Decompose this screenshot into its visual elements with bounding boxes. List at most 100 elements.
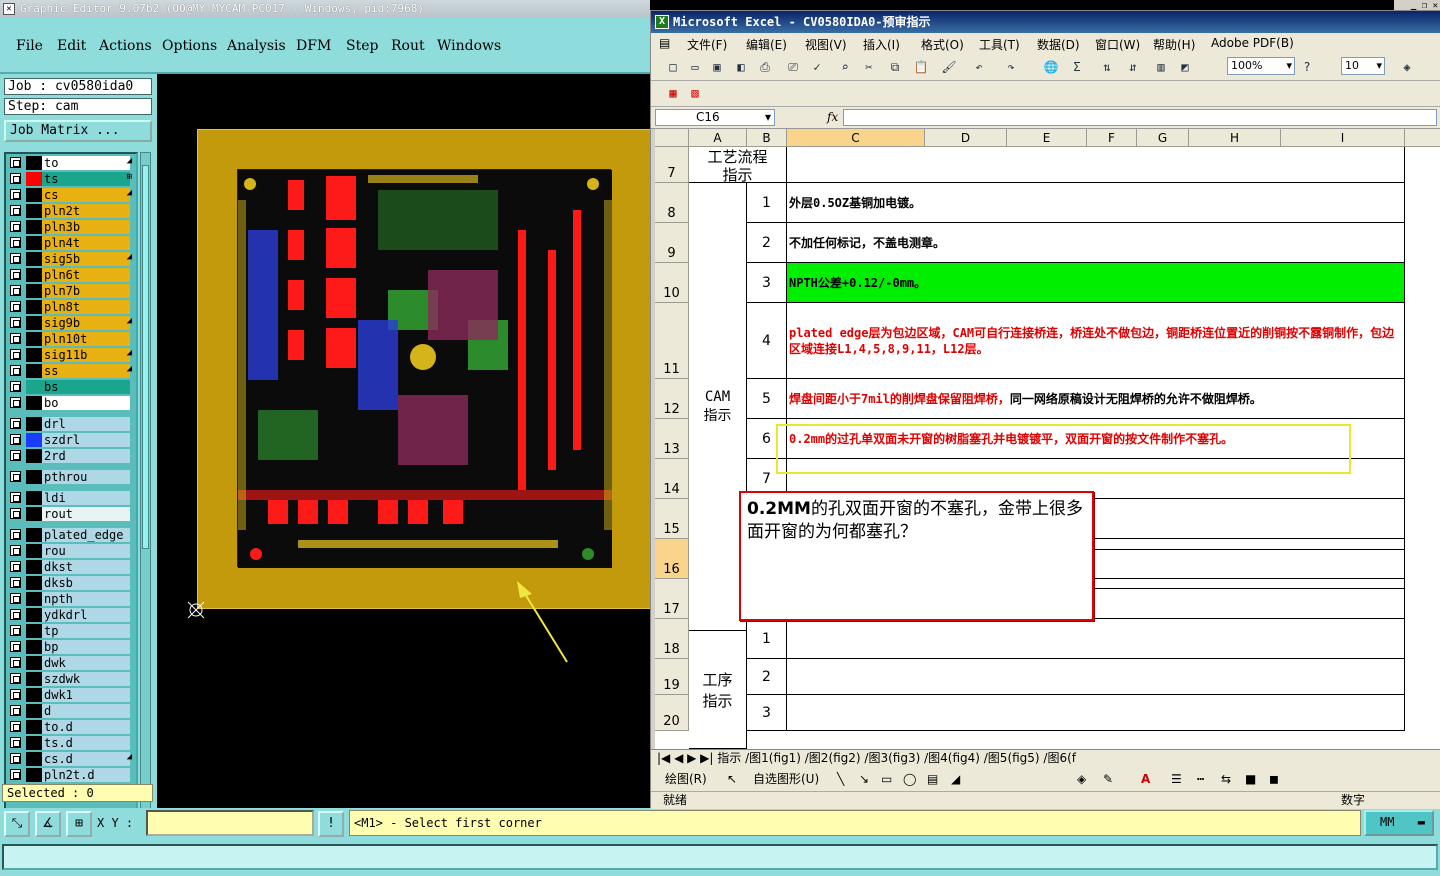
menu-windows[interactable]: Windows xyxy=(437,38,501,54)
spelling-icon[interactable]: ✓ xyxy=(809,59,825,75)
layer-name[interactable]: pln6t xyxy=(42,268,130,282)
layer-name[interactable]: pln4t xyxy=(42,236,130,250)
layer-checkbox[interactable] xyxy=(10,529,21,540)
row-header[interactable]: 12 xyxy=(655,379,689,419)
layer-color-swatch[interactable] xyxy=(26,491,42,505)
layer-row[interactable]: ts ⊞ xyxy=(8,172,134,186)
row-header[interactable]: 13 xyxy=(655,419,689,459)
layer-color-swatch[interactable] xyxy=(26,364,42,378)
layer-name[interactable]: cs xyxy=(42,188,130,202)
print-icon[interactable]: ⎙ xyxy=(757,59,773,75)
layer-row[interactable]: drl xyxy=(8,417,134,431)
select-all-corner[interactable] xyxy=(655,129,689,147)
open-icon[interactable]: ▭ xyxy=(687,59,703,75)
layer-color-swatch[interactable] xyxy=(26,348,42,362)
instruction-cell[interactable] xyxy=(787,619,1405,659)
layer-checkbox[interactable] xyxy=(10,492,21,503)
rectangle-icon[interactable]: ▭ xyxy=(881,769,892,789)
layer-checkbox[interactable] xyxy=(10,545,21,556)
layer-color-swatch[interactable] xyxy=(26,204,42,218)
menu-dfm[interactable]: DFM xyxy=(296,38,331,54)
layer-row[interactable]: pln7b xyxy=(8,284,134,298)
row-header[interactable]: 18 xyxy=(655,619,689,659)
menu-edit[interactable]: Edit xyxy=(57,38,86,54)
layer-color-swatch[interactable] xyxy=(26,507,42,521)
layer-color-swatch[interactable] xyxy=(26,156,42,170)
layer-checkbox[interactable] xyxy=(10,625,21,636)
layer-name[interactable]: d xyxy=(42,704,130,718)
layer-row[interactable]: bp xyxy=(8,640,134,654)
layer-row[interactable]: pln10t xyxy=(8,332,134,346)
layer-name[interactable]: ts xyxy=(42,172,130,186)
dash-style-icon[interactable]: ┅ xyxy=(1197,769,1204,789)
zoom-select[interactable]: 100% ▾ xyxy=(1227,57,1295,75)
pdf-icon[interactable]: ◧ xyxy=(733,59,749,75)
layer-row[interactable]: pln3b xyxy=(8,220,134,234)
layer-checkbox[interactable] xyxy=(10,253,21,264)
layer-row[interactable]: szdwk xyxy=(8,672,134,686)
sheet-tabs[interactable]: |◀ ◀ ▶ ▶| 指示 /图1(fig1) /图2(fig2) /图3(fig… xyxy=(651,749,1440,767)
cut-icon[interactable]: ✂ xyxy=(861,59,877,75)
format-painter-icon[interactable]: 🖌 xyxy=(941,59,957,75)
excel-menu-file[interactable]: 文件(F) xyxy=(687,36,727,53)
layer-checkbox[interactable] xyxy=(10,285,21,296)
step-number-cell[interactable]: 4 xyxy=(747,303,787,379)
layer-name[interactable]: tp xyxy=(42,624,130,638)
scrollbar-thumb[interactable] xyxy=(142,165,149,549)
layer-row[interactable]: npth xyxy=(8,592,134,606)
layer-color-swatch[interactable] xyxy=(26,656,42,670)
layer-checkbox[interactable] xyxy=(10,577,21,588)
instruction-cell[interactable] xyxy=(787,695,1405,731)
layer-name[interactable]: bp xyxy=(42,640,130,654)
layer-row[interactable]: to ◢ xyxy=(8,156,134,170)
layer-name[interactable]: pln7b xyxy=(42,284,130,298)
layer-checkbox[interactable] xyxy=(10,173,21,184)
save-icon[interactable]: ▣ xyxy=(709,59,725,75)
layer-name[interactable]: ss xyxy=(42,364,130,378)
excel-menu-data[interactable]: 数据(D) xyxy=(1037,36,1080,53)
layer-name[interactable]: pln10t xyxy=(42,332,130,346)
layer-name[interactable]: dksb xyxy=(42,576,130,590)
layer-checkbox[interactable] xyxy=(10,641,21,652)
layer-color-swatch[interactable] xyxy=(26,704,42,718)
graphic-canvas[interactable] xyxy=(157,74,653,808)
research-icon[interactable]: ⌕ xyxy=(837,59,853,75)
layer-checkbox[interactable] xyxy=(10,753,21,764)
layer-row[interactable]: sig9b ◢ xyxy=(8,316,134,330)
layer-checkbox[interactable] xyxy=(10,673,21,684)
instruction-cell[interactable]: 不加任何标记，不盖电测章。 xyxy=(787,223,1405,263)
layer-name[interactable]: cs.d xyxy=(42,752,130,766)
layer-name[interactable]: dkst xyxy=(42,560,130,574)
layer-checkbox[interactable] xyxy=(10,237,21,248)
layer-color-swatch[interactable] xyxy=(26,332,42,346)
column-header[interactable]: D xyxy=(925,129,1007,147)
layer-checkbox[interactable] xyxy=(10,269,21,280)
shadow-icon[interactable]: ■ xyxy=(1245,769,1256,789)
layer-color-swatch[interactable] xyxy=(26,528,42,542)
menu-options[interactable]: Options xyxy=(162,38,217,54)
layer-name[interactable]: to xyxy=(42,156,130,170)
layer-name[interactable]: bs xyxy=(42,380,130,394)
fill-icon[interactable]: ◈ xyxy=(1077,769,1086,789)
autoshapes-menu[interactable]: 自选图形(U) xyxy=(753,769,819,789)
layer-name[interactable]: pln2t xyxy=(42,204,130,218)
copy-icon[interactable]: ⧉ xyxy=(887,59,903,75)
sheet-tab-list[interactable]: 指示 /图1(fig1) /图2(fig2) /图3(fig3) /图4(fig… xyxy=(717,751,1076,765)
row-header[interactable]: 7 xyxy=(655,147,689,183)
3d-icon[interactable]: ◼ xyxy=(1269,769,1279,789)
textbox-icon[interactable]: ▤ xyxy=(927,769,938,789)
header-content-cell[interactable] xyxy=(787,147,1405,183)
layer-row[interactable]: tp xyxy=(8,624,134,638)
layer-checkbox[interactable] xyxy=(10,508,21,519)
layer-checkbox[interactable] xyxy=(10,609,21,620)
layer-row[interactable]: pln6t xyxy=(8,268,134,282)
row-header[interactable]: 11 xyxy=(655,303,689,379)
layer-name[interactable]: to.d xyxy=(42,720,130,734)
oval-icon[interactable]: ◯ xyxy=(903,769,916,789)
name-box[interactable]: C16 ▾ xyxy=(655,109,775,126)
layer-name[interactable]: szdwk xyxy=(42,672,130,686)
layer-color-swatch[interactable] xyxy=(26,300,42,314)
layer-color-swatch[interactable] xyxy=(26,736,42,750)
layer-row[interactable]: ldi xyxy=(8,491,134,505)
layer-checkbox[interactable] xyxy=(10,593,21,604)
